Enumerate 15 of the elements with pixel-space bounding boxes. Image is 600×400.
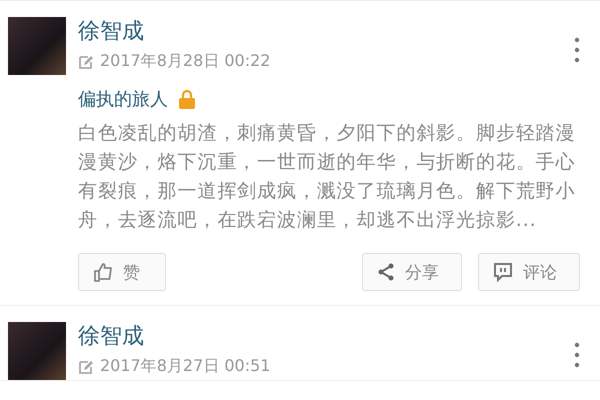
post-text: 白色凌乱的胡渣，刺痛黄昏，夕阳下的斜影。脚步轻踏漫漫黄沙，烙下沉重，一世而逝的年华，与折断的花。手心有裂痕，那一道挥剑成疯，溅没了琉璃月色。解下荒野小舟，去逐流吧，在跌宕波澜里，却逃不出浮光掠影... bbox=[78, 121, 576, 233]
thumbs-up-icon bbox=[93, 262, 113, 282]
more-icon[interactable] bbox=[574, 342, 580, 368]
author-name[interactable]: 徐智成 bbox=[78, 322, 562, 352]
post-date: 2017年8月28日 00:22 bbox=[100, 51, 270, 72]
edit-icon bbox=[78, 358, 94, 374]
comment-icon bbox=[493, 262, 513, 282]
edit-icon bbox=[78, 54, 94, 70]
avatar-image bbox=[8, 17, 66, 75]
post-title[interactable]: 偏执的旅人 bbox=[78, 87, 168, 111]
post-date: 2017年8月27日 00:51 bbox=[100, 356, 270, 377]
avatar-image bbox=[8, 322, 66, 380]
more-icon[interactable] bbox=[574, 37, 580, 63]
share-icon bbox=[377, 263, 395, 281]
author-name[interactable]: 徐智成 bbox=[78, 17, 562, 47]
